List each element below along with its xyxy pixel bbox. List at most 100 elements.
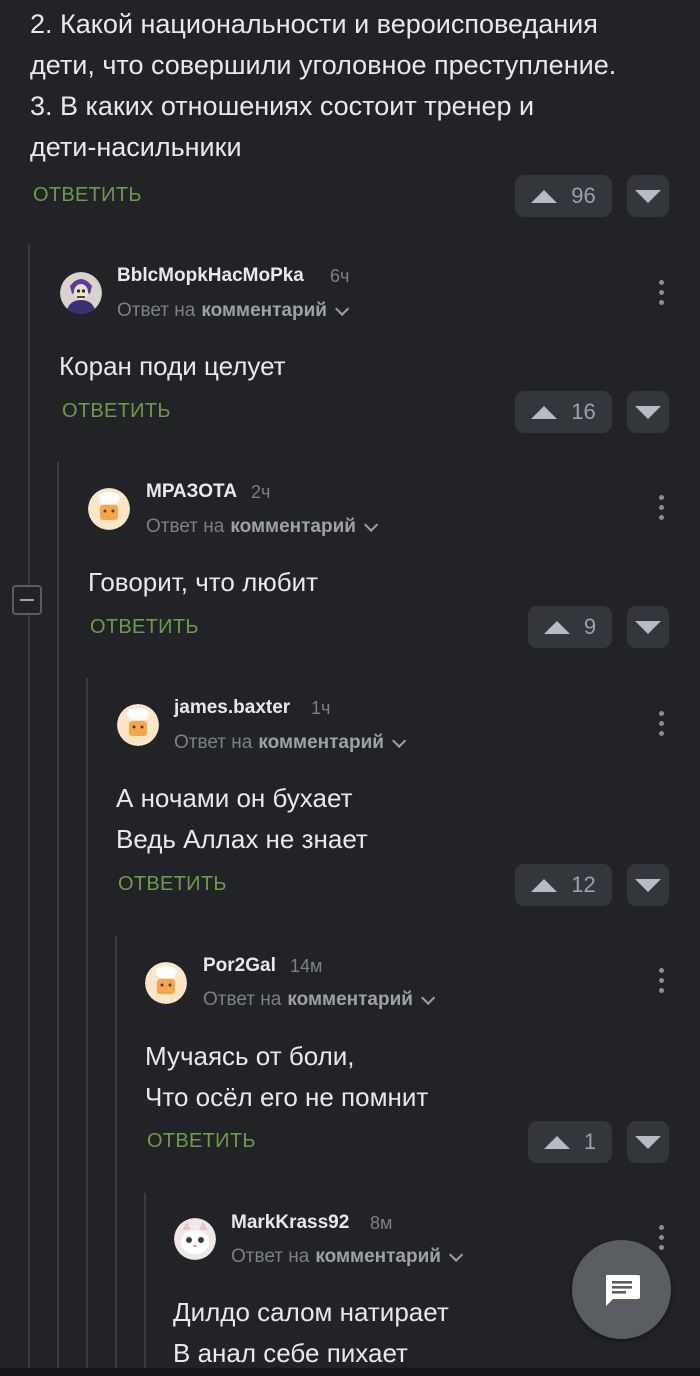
timestamp: 14м <box>290 956 323 976</box>
bottom-nav-bar <box>0 1368 700 1376</box>
chevron-down-icon <box>421 990 436 1005</box>
downvote-icon <box>635 1135 661 1149</box>
vote-count: 16 <box>571 399 596 424</box>
comment-text: Мучаясь от боли, Что осёл его не помнит <box>145 1036 428 1118</box>
upvote-icon <box>531 405 558 419</box>
comment-fab-button[interactable] <box>572 1240 671 1339</box>
more-menu-button[interactable] <box>659 968 665 993</box>
reply-to-prefix: Ответ на <box>174 732 253 753</box>
reply-to-prefix: Ответ на <box>117 300 196 321</box>
comment-text: Говорит, что любит <box>88 562 318 603</box>
downvote-icon <box>635 405 661 419</box>
username[interactable]: МРАЗОТА <box>146 481 237 503</box>
reply-to-link[interactable]: комментарий <box>315 1246 441 1268</box>
reply-to-link[interactable]: комментарий <box>230 516 356 538</box>
downvote-button[interactable] <box>627 606 669 648</box>
chef-avatar <box>88 488 130 530</box>
username[interactable]: Por2Gal <box>203 955 276 977</box>
chef-avatar <box>145 962 187 1004</box>
skeletor-avatar <box>60 272 102 314</box>
comment-text: Дилдо салом натирает В анал себе пихает <box>173 1292 449 1374</box>
avatar[interactable] <box>174 1218 216 1260</box>
vote-count: 1 <box>583 1129 597 1154</box>
minus-icon <box>20 599 34 601</box>
chevron-down-icon <box>392 733 407 748</box>
reply-to[interactable]: Ответ на комментарий <box>174 732 407 754</box>
top-comment-text: 2. Какой национальности и вероисповедани… <box>30 4 680 168</box>
vote-count: 96 <box>571 183 596 208</box>
upvote-icon <box>531 878 558 892</box>
chef-avatar <box>117 704 159 746</box>
reply-to[interactable]: Ответ на комментарий <box>146 516 379 538</box>
top-comment-line: 2. Какой национальности и вероисповедани… <box>30 9 598 39</box>
timestamp: 2ч <box>251 482 271 502</box>
comment-line: А ночами он бухает <box>116 783 353 813</box>
comment-line: Что осёл его не помнит <box>145 1082 429 1112</box>
reply-to-link[interactable]: комментарий <box>201 300 327 322</box>
comment-line: Ведь Аллах не знает <box>116 824 368 854</box>
reply-button[interactable]: ОТВЕТИТЬ <box>33 184 142 207</box>
vote-count: 9 <box>583 614 597 639</box>
collapse-thread-button[interactable] <box>12 585 42 615</box>
reply-button[interactable]: ОТВЕТИТЬ <box>147 1130 256 1153</box>
comment-text: Коран поди целует <box>59 346 286 387</box>
username[interactable]: BblcMopkHacMoPka <box>117 265 304 287</box>
comment-text: А ночами он бухает Ведь Аллах не знает <box>116 778 368 860</box>
avatar[interactable] <box>117 704 159 746</box>
username[interactable]: james.baxter <box>174 697 290 719</box>
comment-icon <box>605 1274 640 1306</box>
thread-line[interactable] <box>115 936 117 1376</box>
more-menu-button[interactable] <box>659 280 665 305</box>
downvote-button[interactable] <box>627 391 669 433</box>
thread-line[interactable] <box>86 678 88 1376</box>
upvote-button[interactable]: 96 <box>515 175 612 217</box>
username[interactable]: MarkKrass92 <box>231 1212 349 1234</box>
reply-to-prefix: Ответ на <box>203 989 282 1010</box>
upvote-icon <box>543 620 570 634</box>
top-comment-line: 3. В каких отношениях состоит тренер и <box>30 91 535 121</box>
downvote-button[interactable] <box>627 1121 669 1163</box>
reply-to[interactable]: Ответ на комментарий <box>203 989 436 1011</box>
timestamp: 8м <box>370 1213 393 1233</box>
downvote-icon <box>635 620 661 634</box>
timestamp: 6ч <box>330 266 350 286</box>
more-menu-button[interactable] <box>659 1225 665 1250</box>
top-comment-line: дети-насильники <box>30 132 242 162</box>
reply-to-link[interactable]: комментарий <box>287 989 413 1011</box>
reply-to[interactable]: Ответ на комментарий <box>231 1246 464 1268</box>
comment-line: Говорит, что любит <box>88 567 319 597</box>
comment-line: Коран поди целует <box>59 351 286 381</box>
thread-line[interactable] <box>144 1193 146 1376</box>
upvote-icon <box>531 189 558 203</box>
reply-button[interactable]: ОТВЕТИТЬ <box>90 616 199 639</box>
reply-to-link[interactable]: комментарий <box>258 732 384 754</box>
chevron-down-icon <box>335 301 350 316</box>
thread-line[interactable] <box>28 245 30 1376</box>
upvote-button[interactable]: 16 <box>515 391 612 433</box>
thread-line[interactable] <box>57 462 59 1376</box>
comment-line: Мучаясь от боли, <box>145 1041 355 1071</box>
reply-to-prefix: Ответ на <box>146 516 225 537</box>
reply-to-prefix: Ответ на <box>231 1246 310 1267</box>
upvote-icon <box>543 1135 570 1149</box>
reply-to[interactable]: Ответ на комментарий <box>117 300 350 322</box>
comment-line: Дилдо салом натирает <box>173 1297 449 1327</box>
chevron-down-icon <box>449 1247 464 1262</box>
timestamp: 1ч <box>311 698 331 718</box>
avatar[interactable] <box>145 962 187 1004</box>
avatar[interactable] <box>88 488 130 530</box>
more-menu-button[interactable] <box>659 495 665 520</box>
reply-button[interactable]: ОТВЕТИТЬ <box>62 400 171 423</box>
reply-button[interactable]: ОТВЕТИТЬ <box>118 873 227 896</box>
downvote-icon <box>635 878 661 892</box>
downvote-button[interactable] <box>627 864 669 906</box>
upvote-button[interactable]: 12 <box>515 864 612 906</box>
downvote-icon <box>635 189 661 203</box>
downvote-button[interactable] <box>627 175 669 217</box>
upvote-button[interactable]: 9 <box>528 606 612 648</box>
upvote-button[interactable]: 1 <box>528 1121 612 1163</box>
avatar[interactable] <box>60 272 102 314</box>
top-comment-line: дети, что совершили уголовное преступлен… <box>30 50 617 80</box>
more-menu-button[interactable] <box>659 711 665 736</box>
vote-count: 12 <box>571 872 596 897</box>
